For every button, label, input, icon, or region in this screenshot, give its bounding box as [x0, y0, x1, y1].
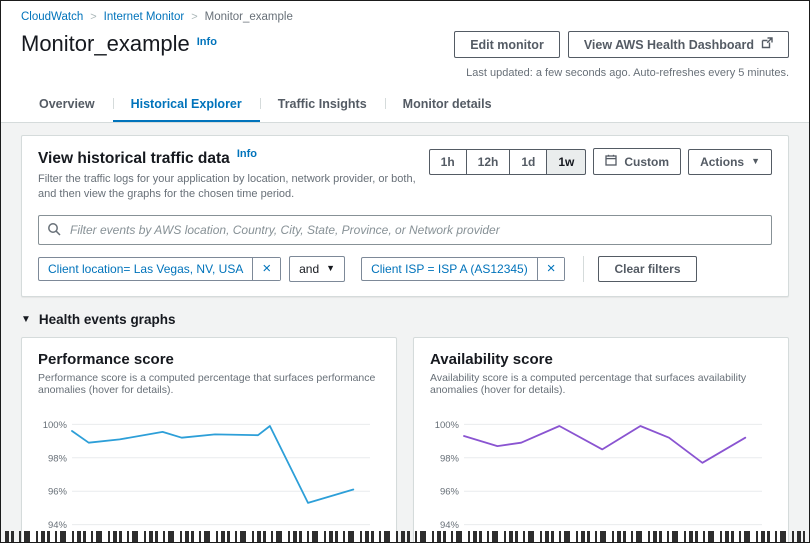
performance-score-card: Performance score Performance score is a…: [21, 336, 397, 542]
filter-events-search-input[interactable]: [38, 214, 772, 245]
availability-score-card: Availability score Availability score is…: [413, 336, 789, 542]
time-range-1w-button[interactable]: 1w: [546, 148, 587, 175]
time-range-1d-button[interactable]: 1d: [509, 148, 548, 175]
historical-traffic-panel: View historical traffic data Info Filter …: [21, 135, 789, 297]
main-content: View historical traffic data Info Filter …: [1, 123, 809, 542]
applied-filters-row: Client location= Las Vegas, NV, USA × an…: [38, 255, 772, 282]
tab-bar: Overview Historical Explorer Traffic Ins…: [1, 87, 809, 123]
title-info-link[interactable]: Info: [197, 36, 217, 48]
filter-search-row: [38, 214, 772, 245]
search-icon: [47, 222, 61, 241]
filter-divider: [583, 255, 585, 282]
tab-overview[interactable]: Overview: [21, 87, 113, 122]
clipped-content-strip: [5, 531, 805, 542]
breadcrumb-link-internet-monitor[interactable]: Internet Monitor: [104, 11, 185, 23]
filter-chip-label: Client ISP = ISP A (AS12345): [371, 261, 528, 276]
performance-score-chart: 100%98%96%94%92%6/196/206/216/226/236/24…: [38, 408, 380, 542]
external-link-icon: [761, 37, 773, 52]
edit-monitor-button[interactable]: Edit monitor: [454, 31, 560, 58]
tab-historical-explorer[interactable]: Historical Explorer: [112, 87, 260, 122]
custom-time-range-button[interactable]: Custom: [593, 148, 682, 175]
availability-score-chart: 100%98%96%94%92%6/196/206/216/226/236/24…: [430, 408, 772, 542]
breadcrumb-current-page: Monitor_example: [204, 11, 293, 23]
last-updated-text: Last updated: a few seconds ago. Auto-re…: [466, 67, 789, 79]
actions-dropdown-button[interactable]: Actions ▼: [688, 148, 772, 175]
svg-text:94%: 94%: [440, 520, 460, 531]
performance-score-description: Performance score is a computed percenta…: [38, 371, 376, 396]
breadcrumb-separator: >: [90, 11, 97, 23]
tab-monitor-details[interactable]: Monitor details: [384, 87, 510, 122]
remove-filter-icon[interactable]: ×: [536, 257, 565, 280]
svg-text:100%: 100%: [435, 420, 460, 431]
filter-chip-client-isp: Client ISP = ISP A (AS12345) ×: [361, 256, 566, 281]
svg-text:96%: 96%: [440, 486, 460, 497]
svg-text:94%: 94%: [48, 520, 68, 531]
time-range-12h-button[interactable]: 12h: [465, 148, 511, 175]
availability-score-description: Availability score is a computed percent…: [430, 371, 747, 396]
filter-chip-client-location: Client location= Las Vegas, NV, USA ×: [38, 256, 282, 281]
page-header: Monitor_example Info Edit monitor View AW…: [1, 25, 809, 87]
svg-text:100%: 100%: [43, 420, 68, 431]
page-title: Monitor_example: [21, 31, 190, 56]
breadcrumb-separator: >: [191, 11, 198, 23]
remove-filter-icon[interactable]: ×: [252, 257, 281, 280]
health-events-section-toggle[interactable]: ▼ Health events graphs: [21, 312, 789, 327]
svg-text:98%: 98%: [440, 453, 460, 464]
time-range-controls: 1h 12h 1d 1w Custom Actions ▼: [428, 148, 772, 175]
tab-traffic-insights[interactable]: Traffic Insights: [259, 87, 385, 122]
time-range-segmented-control: 1h 12h 1d 1w: [428, 148, 587, 175]
section-expand-caret-icon: ▼: [21, 313, 31, 325]
svg-text:96%: 96%: [48, 486, 68, 497]
time-range-1h-button[interactable]: 1h: [428, 148, 467, 175]
clear-filters-button[interactable]: Clear filters: [598, 255, 697, 282]
caret-down-icon: ▼: [326, 262, 336, 273]
view-health-dashboard-button[interactable]: View AWS Health Dashboard: [567, 31, 789, 58]
breadcrumb: CloudWatch > Internet Monitor > Monitor_…: [1, 1, 809, 25]
health-graphs-row: Performance score Performance score is a…: [21, 336, 789, 542]
filter-chip-label: Client location= Las Vegas, NV, USA: [48, 261, 244, 276]
panel-title: View historical traffic data: [38, 150, 230, 167]
health-events-section-title: Health events graphs: [38, 311, 176, 327]
caret-down-icon: ▼: [751, 155, 760, 166]
filter-operator-dropdown[interactable]: and ▼: [289, 255, 346, 282]
performance-score-title: Performance score: [38, 350, 174, 368]
calendar-icon: [605, 154, 618, 169]
panel-description: Filter the traffic logs for your applica…: [38, 173, 416, 200]
cloudwatch-internet-monitor-page: CloudWatch > Internet Monitor > Monitor_…: [0, 0, 810, 543]
panel-info-link[interactable]: Info: [237, 148, 257, 160]
breadcrumb-link-cloudwatch[interactable]: CloudWatch: [21, 11, 83, 23]
availability-score-title: Availability score: [430, 350, 553, 368]
svg-text:98%: 98%: [48, 453, 68, 464]
